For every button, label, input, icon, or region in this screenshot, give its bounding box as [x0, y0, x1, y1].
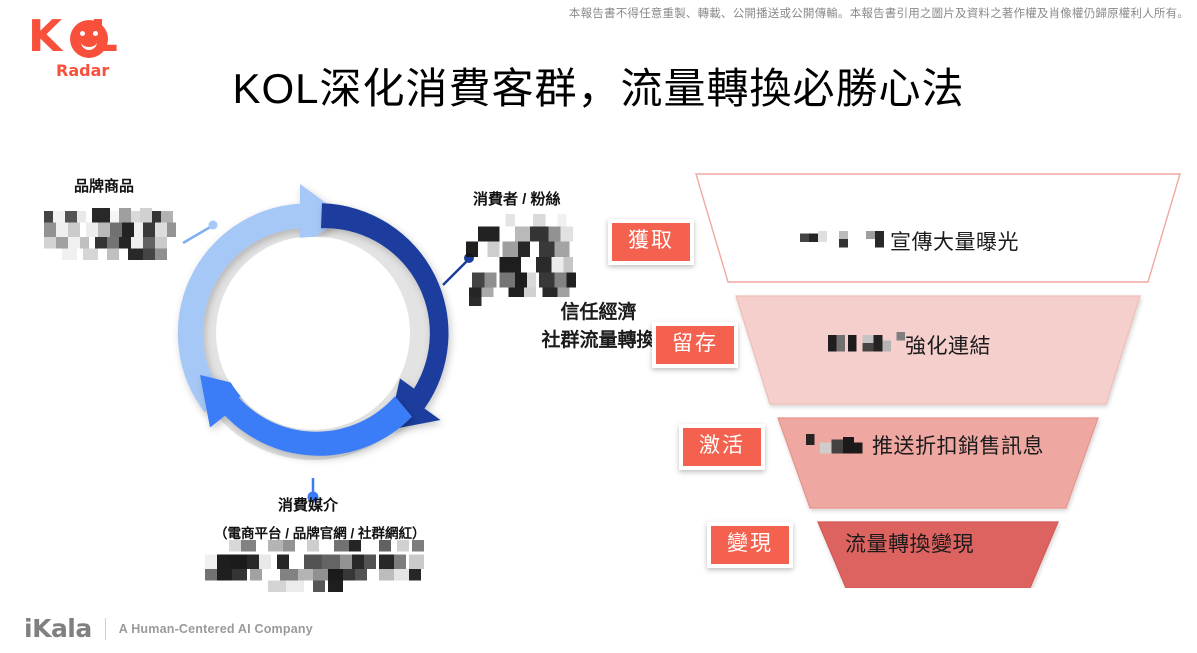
funnel-text-activate: 推送折扣銷售訊息 — [872, 435, 1044, 458]
funnel-text-acquire: 宣傳大量曝光 — [890, 231, 1019, 254]
cycle-node-label-media: 消費媒介 — [278, 497, 339, 514]
disclaimer-text: 本報告書不得任意重製、轉載、公開播送或公開傳輸。本報告書引用之圖片及資料之著作權… — [568, 8, 1189, 20]
footer-tagline: A Human-Centered AI Company — [118, 621, 313, 636]
cycle-node-label-consumer: 消費者 / 粉絲 — [473, 191, 561, 208]
funnel-badge-monetize[interactable]: 變現 — [707, 522, 793, 568]
funnel-text-monetize: 流量轉換變現 — [845, 533, 974, 556]
logo-smile-icon — [81, 38, 97, 50]
trust-economy-cycle-diagram — [177, 184, 449, 460]
redacted-prefix-retain — [828, 332, 906, 352]
logo-smiley-o-icon — [70, 20, 108, 58]
footer-divider — [104, 617, 106, 640]
footer: iKala A Human-Centered AI Company — [24, 614, 313, 643]
redacted-prefix-acquire — [800, 230, 884, 248]
funnel-badge-retain[interactable]: 留存 — [652, 322, 738, 368]
slide-root: 本報告書不得任意重製、轉載、公開播送或公開傳輸。本報告書引用之圖片及資料之著作權… — [0, 0, 1197, 653]
funnel-badge-acquire[interactable]: 獲取 — [608, 219, 694, 265]
redacted-block-media — [205, 540, 424, 592]
cycle-inner-disc — [217, 237, 409, 429]
funnel-badge-activate[interactable]: 激活 — [679, 424, 765, 470]
cycle-node-label-brand: 品牌商品 — [74, 178, 135, 195]
redacted-block-consumer — [466, 214, 576, 306]
redacted-prefix-activate — [806, 434, 863, 454]
cycle-node-sublabel-media: （電商平台 / 品牌官網 / 社群網紅） — [214, 526, 426, 541]
ikala-logo: iKala — [24, 614, 92, 643]
funnel-text-retain: 強化連結 — [905, 335, 991, 358]
page-title: KOL深化消費客群，流量轉換必勝心法 — [232, 65, 965, 112]
redacted-block-brand — [44, 207, 176, 261]
